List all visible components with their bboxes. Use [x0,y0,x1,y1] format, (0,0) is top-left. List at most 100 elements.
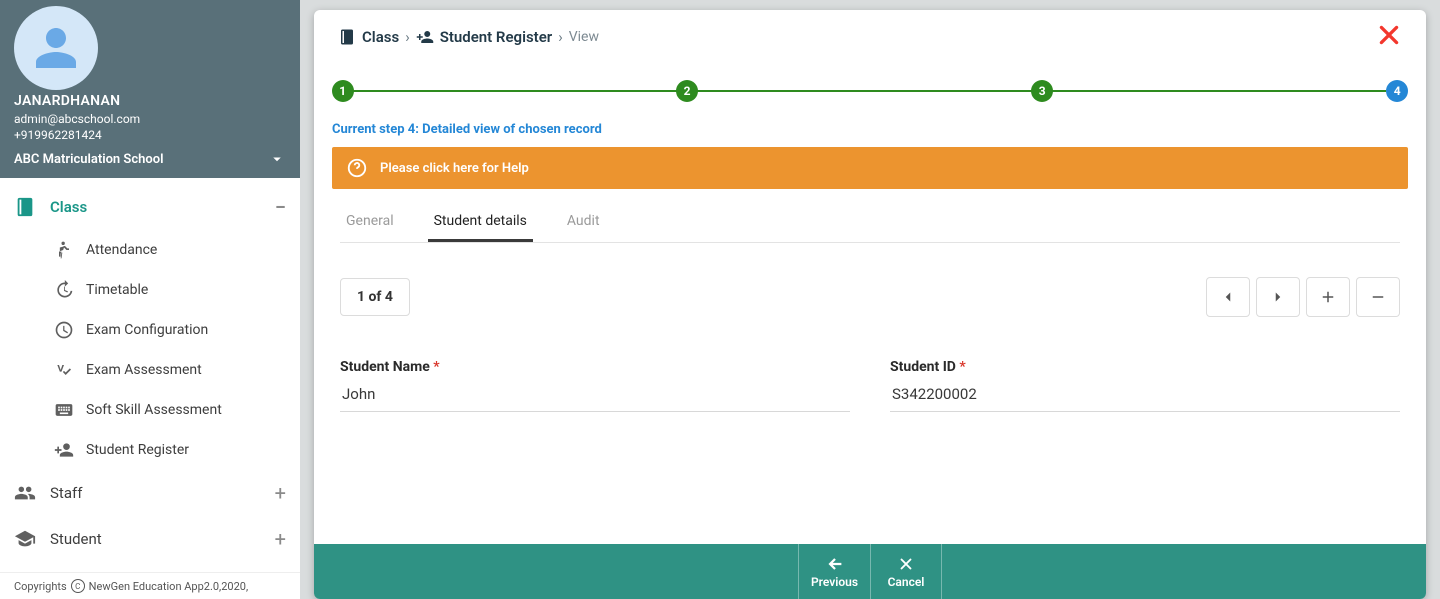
minus-icon [1369,288,1387,306]
school-selector[interactable]: ABC Matriculation School [14,150,286,168]
form-grid: Student Name * John Student ID * S342200… [340,359,1400,412]
close-button[interactable] [1376,22,1402,52]
tab-general[interactable]: General [340,213,400,242]
expand-icon: + [275,529,286,549]
help-bar[interactable]: Please click here for Help [332,147,1408,189]
pager-row: 1 of 4 [340,277,1400,317]
cancel-button[interactable]: Cancel [870,544,942,599]
stepper: 1 2 3 4 [332,80,1408,102]
card-header: Class › Student Register › View [314,10,1426,60]
user-name: JANARDHANAN [14,92,140,111]
field-value: John [340,385,850,412]
tab-student-details[interactable]: Student details [428,213,533,242]
expand-icon: + [275,483,286,503]
user-phone: +919962281424 [14,127,140,143]
required-mark: * [433,359,439,375]
breadcrumb-leaf: View [569,29,599,45]
chevron-right-icon [1269,288,1287,306]
pager-prev-button[interactable] [1206,277,1250,317]
content-card: Class › Student Register › View 1 2 3 [314,10,1426,599]
close-icon [897,555,915,573]
sidebar-item-attendance[interactable]: Attendance [54,230,300,270]
sidebar-item-timetable[interactable]: Timetable [54,270,300,310]
copyright-text: NewGen Education App2.0,2020, [89,580,248,593]
copyright-icon: C [71,579,85,593]
label-text: Student Name [340,359,430,375]
main: Class › Student Register › View 1 2 3 [300,0,1440,599]
sidebar: JANARDHANAN admin@abcschool.com +9199622… [0,0,300,599]
person-icon [32,24,80,72]
nav: Class − Attendance Timetable Exam Config… [0,178,300,572]
sidebar-item-exam-configuration[interactable]: Exam Configuration [54,310,300,350]
breadcrumb-module[interactable]: Student Register [440,28,552,46]
sidebar-item-label: Staff [50,484,82,502]
sidebar-item-label: Soft Skill Assessment [86,402,222,418]
field-label: Student ID * [890,359,1400,375]
close-icon [1376,22,1402,48]
graduation-cap-icon [14,528,36,550]
previous-button[interactable]: Previous [798,544,870,599]
sidebar-item-student[interactable]: Student + [0,516,300,562]
button-label: Cancel [888,575,925,589]
breadcrumb-sep: › [558,28,563,46]
person-add-icon [416,28,434,46]
group-icon [14,482,36,504]
breadcrumb: Class › Student Register › View [338,28,599,46]
pager-add-button[interactable] [1306,277,1350,317]
avatar[interactable] [14,6,98,90]
sidebar-item-label: Exam Configuration [86,322,208,338]
chevron-down-icon [268,150,286,168]
copyright: Copyrights C NewGen Education App2.0,202… [0,572,300,599]
breadcrumb-root[interactable]: Class [362,28,399,46]
action-bar: Previous Cancel [314,544,1426,599]
plus-icon [1319,288,1337,306]
step-1[interactable]: 1 [332,80,354,102]
help-text: Please click here for Help [380,161,529,176]
user-school: ABC Matriculation School [14,152,164,167]
step-2[interactable]: 2 [676,80,698,102]
sidebar-item-label: Class [50,198,87,216]
walk-icon [54,240,74,260]
step-line [1042,90,1386,92]
sidebar-header: JANARDHANAN admin@abcschool.com +9199622… [0,0,300,178]
tabs: General Student details Audit [340,213,1400,243]
button-label: Previous [811,575,858,589]
collapse-icon: − [275,197,286,217]
arrow-left-icon [826,555,844,573]
sidebar-item-student-register[interactable]: Student Register [54,430,300,470]
book-icon [338,28,356,46]
pager-remove-button[interactable] [1356,277,1400,317]
breadcrumb-sep: › [405,28,410,46]
field-student-id: Student ID * S342200002 [890,359,1400,412]
sidebar-item-exam-assessment[interactable]: Exam Assessment [54,350,300,390]
clock-icon [54,320,74,340]
spellcheck-icon [54,360,74,380]
required-mark: * [959,359,965,375]
step-line [692,90,1036,92]
field-value: S342200002 [890,385,1400,412]
pager-buttons [1206,277,1400,317]
label-text: Student ID [890,359,956,375]
help-icon [346,157,368,179]
step-line [343,90,687,92]
book-icon [14,196,36,218]
sidebar-item-soft-skill-assessment[interactable]: Soft Skill Assessment [54,390,300,430]
step-caption: Current step 4: Detailed view of chosen … [332,122,1408,137]
history-icon [54,280,74,300]
pager-next-button[interactable] [1256,277,1300,317]
copyright-prefix: Copyrights [14,580,67,593]
field-label: Student Name * [340,359,850,375]
sidebar-item-class[interactable]: Class − [0,184,300,230]
step-4[interactable]: 4 [1386,80,1408,102]
step-3[interactable]: 3 [1031,80,1053,102]
tab-audit[interactable]: Audit [561,213,606,242]
sidebar-item-staff[interactable]: Staff + [0,470,300,516]
sidebar-item-label: Student [50,530,102,548]
user-info: JANARDHANAN admin@abcschool.com +9199622… [14,92,140,143]
chevron-left-icon [1219,288,1237,306]
class-submenu: Attendance Timetable Exam Configuration … [0,230,300,470]
keyboard-icon [54,400,74,420]
sidebar-item-label: Exam Assessment [86,362,202,378]
pager-position: 1 of 4 [340,278,410,316]
person-add-icon [54,440,74,460]
